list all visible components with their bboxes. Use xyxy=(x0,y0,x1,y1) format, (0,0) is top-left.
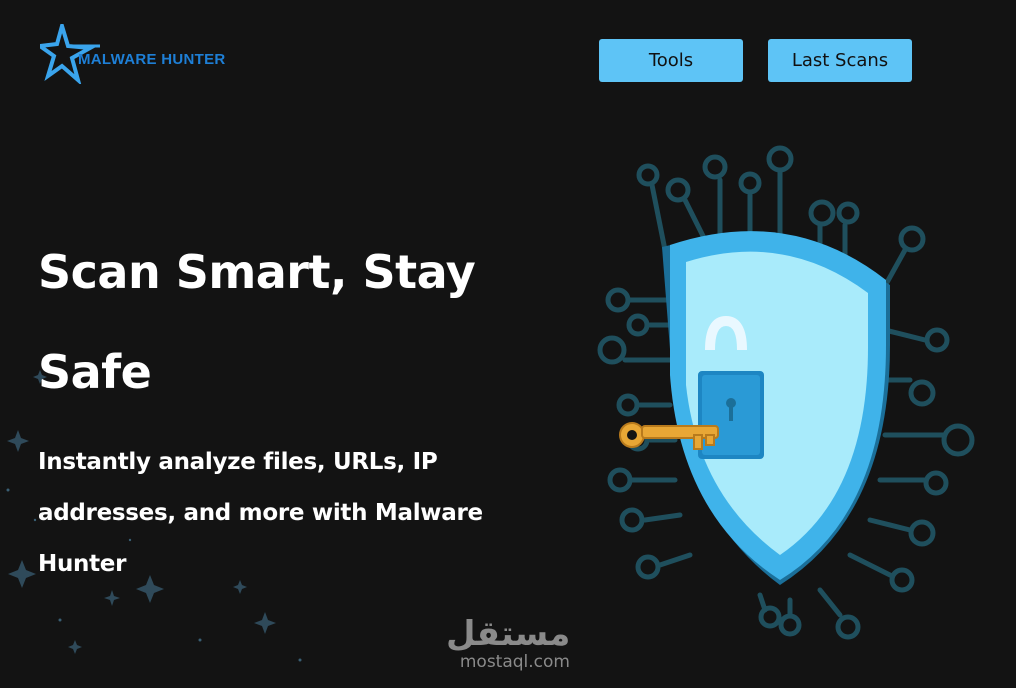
brand-logo[interactable]: MALWARE HUNTER xyxy=(40,24,250,84)
watermark-arabic: مستقل xyxy=(446,614,571,654)
tools-button[interactable]: Tools xyxy=(599,39,743,82)
sparkles-decoration xyxy=(6,370,302,662)
watermark: مستقل mostaql.com xyxy=(446,614,576,674)
brand-name: MALWARE HUNTER xyxy=(78,51,226,68)
shield-lock-key-icon xyxy=(597,145,975,640)
watermark-domain: mostaql.com xyxy=(459,652,570,672)
last-scans-button[interactable]: Last Scans xyxy=(768,39,912,82)
